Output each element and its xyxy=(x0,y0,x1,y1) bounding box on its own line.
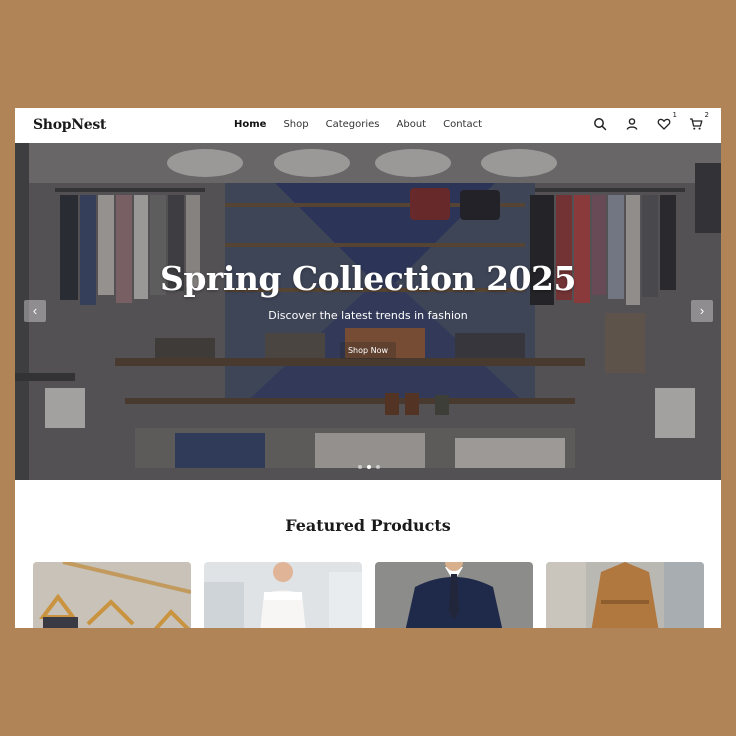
shop-now-button[interactable]: Shop Now xyxy=(340,342,396,359)
featured-products-grid xyxy=(33,562,704,628)
nav-link-shop[interactable]: Shop xyxy=(283,119,308,130)
slider-prev-button[interactable]: ‹ xyxy=(24,300,46,322)
product-card-hangers[interactable] xyxy=(33,562,191,628)
main-menu: Home Shop Categories About Contact xyxy=(234,119,499,130)
slider-dot-2[interactable] xyxy=(367,465,371,469)
browser-frame: ShopNest Home Shop Categories About Cont… xyxy=(15,108,721,628)
hangers-photo xyxy=(33,562,191,628)
top-navbar: ShopNest Home Shop Categories About Cont… xyxy=(15,108,721,143)
product-card-coat[interactable] xyxy=(546,562,704,628)
nav-link-categories[interactable]: Categories xyxy=(326,119,380,130)
heart-icon[interactable]: 1 xyxy=(657,111,677,131)
cart-count-badge: 2 xyxy=(704,111,709,119)
hero-slider: Spring Collection 2025 Discover the late… xyxy=(15,143,721,480)
slider-dot-1[interactable] xyxy=(358,465,362,469)
nav-link-contact[interactable]: Contact xyxy=(443,119,482,130)
product-card-dress[interactable] xyxy=(204,562,362,628)
hero-title: Spring Collection 2025 xyxy=(160,259,576,298)
featured-products-heading: Featured Products xyxy=(285,516,451,535)
navy-suit-photo xyxy=(375,562,533,628)
nav-link-about[interactable]: About xyxy=(397,119,427,130)
chevron-left-icon: ‹ xyxy=(32,303,38,318)
product-card-suit[interactable] xyxy=(375,562,533,628)
user-icon[interactable] xyxy=(625,117,639,131)
nav-icons: 1 2 xyxy=(593,111,709,131)
brand-logo[interactable]: ShopNest xyxy=(33,117,106,133)
hero-subtitle: Discover the latest trends in fashion xyxy=(268,309,468,322)
wishlist-count-badge: 1 xyxy=(672,111,677,119)
search-icon[interactable] xyxy=(593,117,607,131)
slider-dot-3[interactable] xyxy=(376,465,380,469)
chevron-right-icon: › xyxy=(699,303,705,318)
white-dress-photo xyxy=(204,562,362,628)
camel-coat-photo xyxy=(546,562,704,628)
nav-link-home[interactable]: Home xyxy=(234,119,266,130)
cart-icon[interactable]: 2 xyxy=(689,111,709,131)
slider-next-button[interactable]: › xyxy=(691,300,713,322)
slider-dots xyxy=(358,465,380,469)
